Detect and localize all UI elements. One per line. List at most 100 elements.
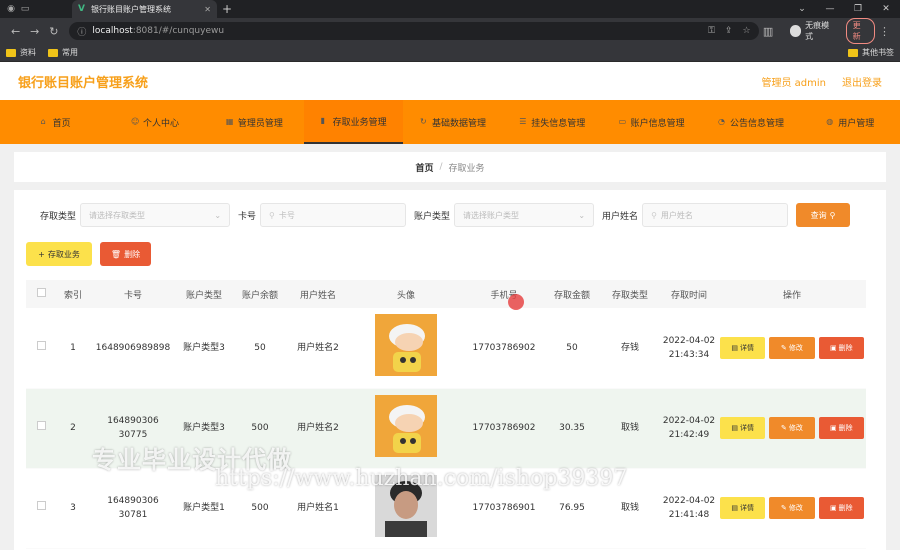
reload-icon[interactable]: ↻: [44, 25, 63, 38]
menu-label: 挂失信息管理: [531, 118, 586, 129]
other-bookmarks[interactable]: 其他书签: [848, 47, 894, 58]
column-header: 卡号: [90, 280, 176, 308]
update-button[interactable]: 更新: [845, 18, 875, 44]
card-input[interactable]: ⚲ 卡号: [260, 203, 407, 227]
menu-item-basic-data[interactable]: ↻ 基础数据管理: [403, 100, 502, 144]
menu-item-users[interactable]: ◍ 用户管理: [801, 100, 900, 144]
type-select[interactable]: 请选择存取类型 ⌄: [80, 203, 231, 227]
acct-select[interactable]: 请选择账户类型 ⌄: [454, 203, 595, 227]
browser-tab[interactable]: V 银行账目账户管理系统 ✕: [72, 0, 217, 18]
menu-item-notice[interactable]: ◔ 公告信息管理: [701, 100, 800, 144]
query-button[interactable]: 查询 ⚲: [796, 203, 851, 227]
tab-overview-icon[interactable]: ▭: [18, 2, 32, 16]
cell-name: 用户姓名2: [288, 308, 348, 389]
edit-button[interactable]: ✎ 修改: [769, 336, 815, 359]
cell-time: 2022-04-02 21:42:49: [660, 388, 718, 469]
bookmark-folder[interactable]: 常用: [48, 47, 78, 58]
name-input[interactable]: ⚲ 用户姓名: [642, 203, 789, 227]
menu-label: 用户管理: [838, 118, 875, 129]
add-deposit-button[interactable]: + 存取业务: [26, 242, 92, 266]
cell-op-type: 取钱: [600, 388, 660, 469]
edit-label: 修改: [788, 504, 803, 512]
edit-button[interactable]: ✎ 修改: [769, 417, 815, 439]
site-info-icon[interactable]: ⓘ: [77, 25, 86, 38]
forward-icon[interactable]: →: [25, 25, 44, 38]
cell-actions: ▤ 详情 ✎ 修改 ▣ 删除: [718, 468, 866, 549]
menu-item-loss-report[interactable]: ☰ 挂失信息管理: [503, 100, 602, 144]
detail-button[interactable]: ▤ 详情: [720, 336, 766, 359]
edit-button[interactable]: ✎ 修改: [769, 497, 815, 519]
delete-button[interactable]: ▣ 删除: [818, 417, 864, 439]
menu-label: 公告信息管理: [729, 118, 784, 129]
column-header: 手机号: [464, 280, 544, 308]
menu-item-account[interactable]: ▭ 账户信息管理: [602, 100, 701, 144]
list-icon: ☰: [519, 117, 527, 126]
menu-label: 个人中心: [142, 118, 179, 129]
card-placeholder: 卡号: [278, 210, 295, 220]
restore-icon[interactable]: ❐: [844, 4, 872, 14]
star-icon[interactable]: ☆: [742, 26, 750, 36]
card-label: 卡号: [238, 211, 257, 222]
breadcrumb-home[interactable]: 首页: [415, 161, 433, 174]
tab-title: 银行账目账户管理系统: [90, 4, 171, 14]
detail-button[interactable]: ▤ 详情: [720, 417, 766, 439]
cell-index: 1: [56, 308, 90, 389]
chevron-down-icon: ⌄: [578, 210, 586, 220]
menu-label: 首页: [52, 118, 71, 129]
table-header: 索引 卡号 账户类型 账户余额 用户姓名 头像 手机号 存取金额 存取类型 存取…: [26, 280, 866, 308]
folder-icon: [48, 48, 58, 57]
logout-link[interactable]: 退出登录: [842, 74, 882, 89]
cell-phone: 17703786902: [464, 308, 544, 389]
sidepanel-icon[interactable]: ▥: [759, 25, 778, 38]
plus-icon: +: [38, 249, 45, 259]
cell-name: 用户姓名2: [288, 388, 348, 469]
row-checkbox[interactable]: [36, 421, 46, 430]
row-checkbox[interactable]: [36, 501, 46, 510]
close-window-icon[interactable]: ✕: [872, 4, 900, 14]
chevron-down-icon[interactable]: ⌄: [788, 4, 816, 14]
column-header: 存取类型: [600, 280, 660, 308]
browser-menu-icon[interactable]: ◉: [4, 2, 18, 16]
add-label: 存取业务: [47, 249, 80, 259]
batch-delete-button[interactable]: 🗑 删除: [100, 242, 151, 266]
cell-index: 3: [56, 468, 90, 549]
app-header: 银行账目账户管理系统 管理员 admin 退出登录: [0, 62, 900, 100]
profile-label: 无痕模式: [805, 21, 830, 41]
cell-index: 2: [56, 388, 90, 469]
select-all-checkbox[interactable]: [36, 288, 46, 297]
key-icon[interactable]: ⚿: [708, 26, 715, 36]
breadcrumb-separator: /: [439, 162, 443, 172]
menu-item-home[interactable]: ⌂ 首页: [6, 100, 105, 144]
column-header: 存取时间: [660, 280, 718, 308]
back-icon[interactable]: ←: [6, 25, 25, 38]
minimize-icon[interactable]: —: [816, 4, 844, 14]
detail-button[interactable]: ▤ 详情: [720, 497, 766, 519]
acct-placeholder: 请选择账户类型: [463, 210, 520, 220]
cell-amount: 50: [544, 308, 600, 389]
bookmark-folder[interactable]: 资料: [6, 47, 36, 58]
menu-item-admin[interactable]: ▦ 管理员管理: [205, 100, 304, 144]
new-tab-icon[interactable]: +: [217, 2, 237, 16]
name-label: 用户姓名: [602, 211, 639, 222]
menu-label: 基础数据管理: [431, 118, 486, 129]
menu-item-profile[interactable]: ☺ 个人中心: [105, 100, 204, 144]
bookmark-label: 资料: [20, 48, 36, 57]
incognito-profile[interactable]: 无痕模式: [789, 20, 836, 42]
top-menu: ⌂ 首页 ☺ 个人中心 ▦ 管理员管理 ▮ 存取业务管理 ↻ 基础数据管理 ☰ 挂失信息管理…: [0, 100, 900, 144]
delete-button[interactable]: ▣ 删除: [818, 336, 864, 359]
pencil-icon: ✎: [781, 424, 787, 432]
menu-item-deposit[interactable]: ▮ 存取业务管理: [303, 100, 404, 144]
cell-phone: 17703786902: [464, 388, 544, 469]
url-input[interactable]: ⓘ localhost :8081/#/cunquyewu ⚿ ⇪ ☆: [69, 22, 759, 40]
close-tab-icon[interactable]: ✕: [204, 5, 211, 14]
share-icon[interactable]: ⇪: [725, 26, 733, 36]
more-icon[interactable]: ⋮: [875, 25, 894, 38]
bookmark-label: 其他书签: [862, 48, 894, 57]
menu-label: 管理员管理: [237, 118, 283, 129]
watermark-url: https://www.huzhan.com/ishop39397: [215, 466, 628, 491]
type-placeholder: 请选择存取类型: [89, 210, 146, 220]
address-bar: ← → ↻ ⓘ localhost :8081/#/cunquyewu ⚿ ⇪ …: [0, 18, 900, 44]
row-checkbox[interactable]: [36, 340, 46, 350]
search-icon: ⚲: [651, 210, 657, 220]
delete-button[interactable]: ▣ 删除: [818, 497, 864, 519]
